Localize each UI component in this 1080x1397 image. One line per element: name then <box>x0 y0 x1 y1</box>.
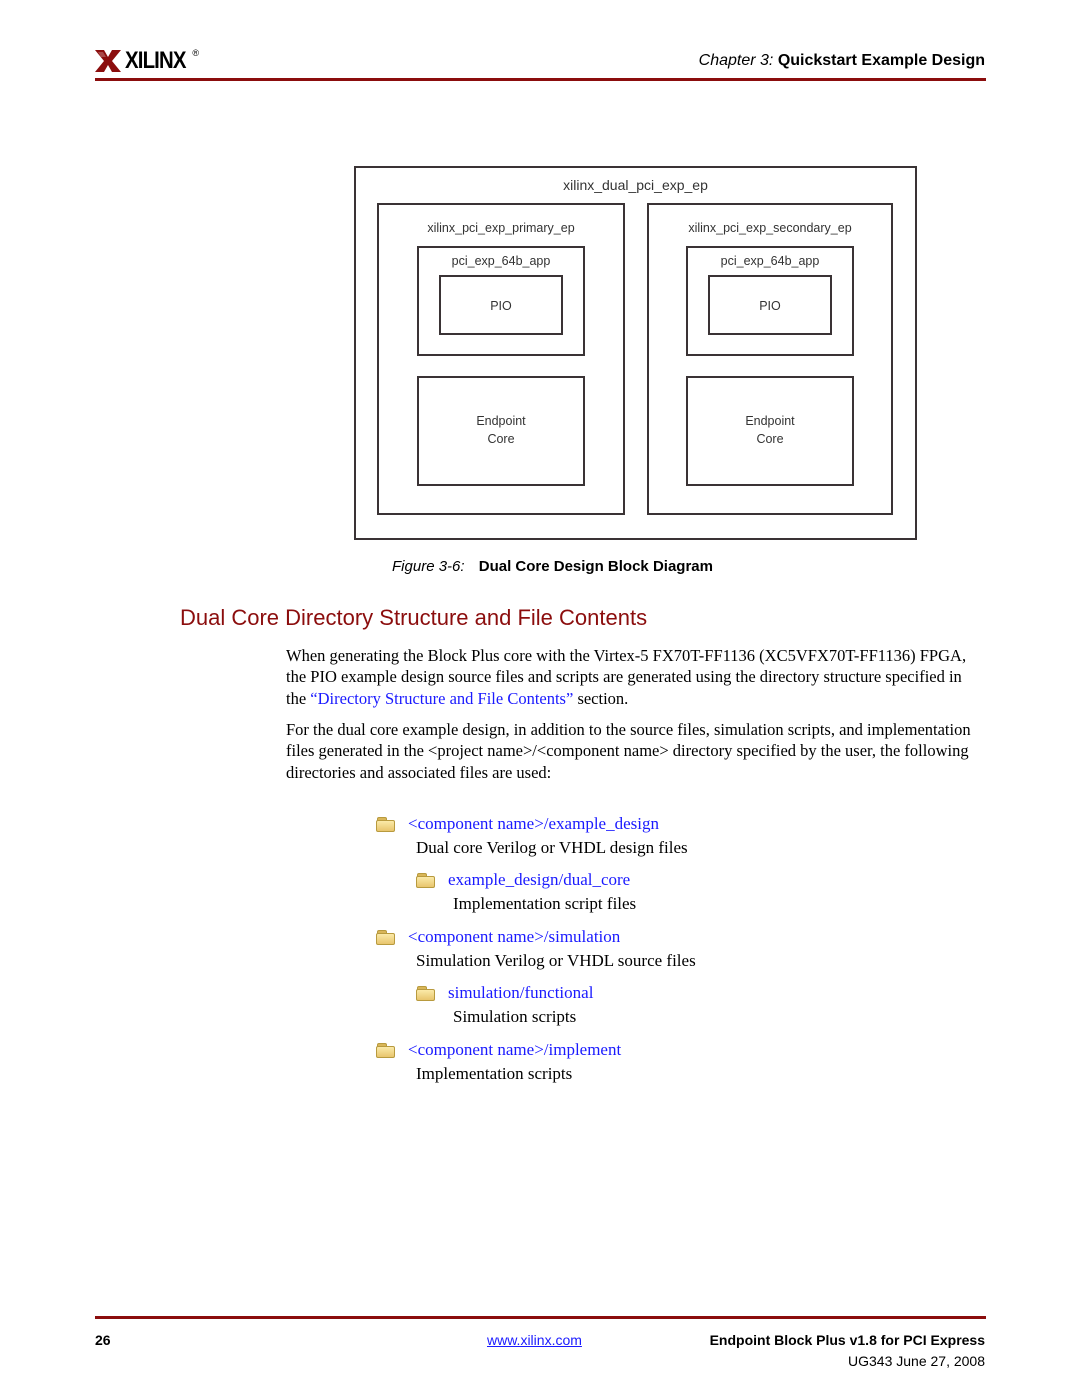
xilinx-logo-icon <box>95 50 121 72</box>
secondary-core-label: Endpoint Core <box>688 412 852 448</box>
primary-core-label-line1: Endpoint <box>476 414 526 428</box>
directory-name[interactable]: <component name>/example_design <box>408 812 659 836</box>
directory-description: Simulation scripts <box>453 1007 577 1026</box>
paragraph-1: When generating the Block Plus core with… <box>286 645 986 709</box>
primary-app-label: pci_exp_64b_app <box>451 254 551 268</box>
registered-mark: ® <box>192 48 199 58</box>
secondary-ep-label: xilinx_pci_exp_secondary_ep <box>688 221 852 235</box>
directory-item: example_design/dual_core Implementation … <box>416 868 636 916</box>
directory-description: Simulation Verilog or VHDL source files <box>416 951 696 970</box>
primary-core-label-line2: Core <box>487 432 515 446</box>
folder-icon <box>376 816 396 832</box>
directory-item: <component name>/implement Implementatio… <box>376 1038 621 1086</box>
secondary-core-label-line2: Core <box>756 432 784 446</box>
website-link[interactable]: www.xilinx.com <box>487 1332 582 1348</box>
primary-core-label: Endpoint Core <box>419 412 583 448</box>
directory-item: <component name>/simulation Simulation V… <box>376 925 696 973</box>
footer-rule <box>95 1316 986 1319</box>
secondary-app-label: pci_exp_64b_app <box>720 254 820 268</box>
figure-caption: Figure 3-6: Dual Core Design Block Diagr… <box>0 558 1080 575</box>
chapter-header: Chapter 3: Quickstart Example Design <box>699 52 985 70</box>
directory-name[interactable]: example_design/dual_core <box>448 868 630 892</box>
primary-core-block: Endpoint Core <box>417 376 585 486</box>
logo-text: XILINX <box>125 47 186 74</box>
folder-icon <box>376 1042 396 1058</box>
primary-pio-label: PIO <box>490 299 512 313</box>
primary-ep-label: xilinx_pci_exp_primary_ep <box>427 221 575 235</box>
directory-description: Dual core Verilog or VHDL design files <box>416 838 688 857</box>
directory-item: simulation/functional Simulation scripts <box>416 981 593 1029</box>
paragraph-2: For the dual core example design, in add… <box>286 720 971 782</box>
dual-ep-label: xilinx_dual_pci_exp_ep <box>563 177 708 193</box>
folder-icon <box>416 985 436 1001</box>
chapter-title: Quickstart Example Design <box>777 52 985 69</box>
secondary-core-label-line1: Endpoint <box>745 414 795 428</box>
header-rule <box>95 78 986 81</box>
directory-description: Implementation scripts <box>416 1064 573 1083</box>
directory-name[interactable]: simulation/functional <box>448 981 593 1005</box>
document-id-date: UG343 June 27, 2008 <box>848 1353 985 1369</box>
chapter-label: Chapter 3: <box>698 52 774 69</box>
directory-structure-link[interactable]: “Directory Structure and File Contents” <box>310 689 573 708</box>
section-heading: Dual Core Directory Structure and File C… <box>180 605 648 630</box>
paragraph-1-text-end: section. <box>573 688 629 708</box>
secondary-pio-label: PIO <box>759 299 781 313</box>
figure-number: Figure 3-6: <box>392 558 465 575</box>
directory-item: <component name>/example_design Dual cor… <box>376 812 688 860</box>
directory-name[interactable]: <component name>/simulation <box>408 925 620 949</box>
directory-name[interactable]: <component name>/implement <box>408 1038 621 1062</box>
document-title: Endpoint Block Plus v1.8 for PCI Express <box>709 1332 985 1348</box>
primary-pio-block: PIO <box>439 275 563 335</box>
directory-description: Implementation script files <box>453 894 637 913</box>
folder-icon <box>416 872 436 888</box>
folder-icon <box>376 929 396 945</box>
secondary-core-block: Endpoint Core <box>686 376 854 486</box>
figure-title: Dual Core Design Block Diagram <box>478 558 713 575</box>
page-number: 26 <box>95 1332 111 1348</box>
secondary-pio-block: PIO <box>708 275 832 335</box>
xilinx-logo: XILINX ® <box>95 46 199 76</box>
